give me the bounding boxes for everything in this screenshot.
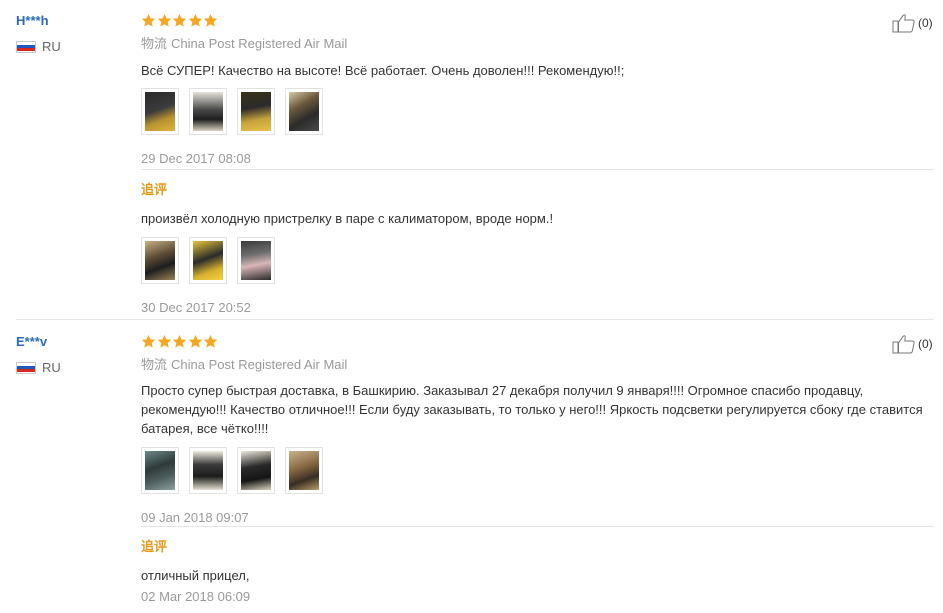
shipping-label: 物流 — [141, 36, 168, 51]
review-photo-thumbnail[interactable] — [141, 447, 179, 494]
reviewer-name[interactable]: E***v — [16, 334, 126, 350]
review-photos — [141, 447, 934, 494]
review-photos — [141, 88, 934, 135]
followup-photos — [141, 237, 934, 284]
shipping-label: 物流 — [141, 357, 168, 372]
country-code: RU — [42, 39, 61, 54]
review-content: 物流 China Post Registered Air Mail Всё СУП… — [141, 13, 934, 167]
followup-text: отличный прицел, — [141, 568, 250, 583]
star-icon — [141, 334, 156, 348]
reviewer-info: E***v RU — [16, 334, 126, 375]
reviewer-country: RU — [16, 39, 126, 54]
review-photo-thumbnail[interactable] — [237, 447, 275, 494]
review-photo-thumbnail[interactable] — [141, 88, 179, 135]
star-icon — [188, 334, 202, 348]
divider — [141, 526, 934, 527]
star-icon — [157, 13, 171, 27]
review-photo-thumbnail[interactable] — [189, 88, 227, 135]
reviewer-country: RU — [16, 360, 126, 375]
star-icon — [188, 13, 202, 27]
review-photo-thumbnail[interactable] — [285, 447, 323, 494]
star-rating — [141, 13, 934, 29]
review-separator — [16, 319, 934, 320]
star-rating — [141, 334, 934, 350]
shipping-method: 物流 China Post Registered Air Mail — [141, 35, 934, 53]
review-photo-thumbnail[interactable] — [285, 88, 323, 135]
followup-date: 02 Mar 2018 06:09 — [141, 589, 251, 604]
followup-label: 追评 — [141, 539, 168, 554]
review-date: 09 Jan 2018 09:07 — [141, 510, 249, 525]
country-code: RU — [42, 360, 61, 375]
flag-ru-icon — [16, 361, 36, 374]
flag-ru-icon — [16, 40, 36, 53]
thumbs-up-icon — [892, 14, 915, 33]
star-icon — [203, 334, 218, 348]
divider — [141, 169, 934, 170]
shipping-value: China Post Registered Air Mail — [171, 357, 348, 372]
helpful-button[interactable]: (0) — [892, 334, 933, 354]
helpful-count: (0) — [918, 16, 933, 30]
star-icon — [141, 13, 156, 27]
star-icon — [172, 334, 187, 348]
shipping-method: 物流 China Post Registered Air Mail — [141, 356, 934, 374]
star-icon — [157, 334, 171, 348]
review-content: 物流 China Post Registered Air Mail Просто … — [141, 334, 934, 526]
thumbs-up-icon — [892, 335, 915, 354]
review-text: Всё СУПЕР! Качество на высоте! Всё работ… — [141, 63, 625, 78]
reviewer-name[interactable]: H***h — [16, 13, 126, 29]
review-followup: 追评 отличный прицел, 02 Mar 2018 06:09 — [141, 539, 934, 605]
review-date: 29 Dec 2017 08:08 — [141, 151, 251, 166]
helpful-count: (0) — [918, 337, 933, 351]
star-icon — [203, 13, 218, 27]
review-photo-thumbnail[interactable] — [237, 88, 275, 135]
review-photo-thumbnail[interactable] — [141, 237, 179, 284]
review-photo-thumbnail[interactable] — [237, 237, 275, 284]
followup-date: 30 Dec 2017 20:52 — [141, 300, 251, 315]
shipping-value: China Post Registered Air Mail — [171, 36, 348, 51]
review-photo-thumbnail[interactable] — [189, 447, 227, 494]
star-icon — [172, 13, 187, 27]
followup-label: 追评 — [141, 182, 168, 197]
review-photo-thumbnail[interactable] — [189, 237, 227, 284]
helpful-button[interactable]: (0) — [892, 13, 933, 33]
followup-text: произвёл холодную пристрелку в паре с ка… — [141, 211, 554, 226]
reviewer-info: H***h RU — [16, 13, 126, 54]
review-followup: 追评 произвёл холодную пристрелку в паре с… — [141, 182, 934, 316]
review-text: Просто супер быстрая доставка, в Башкири… — [141, 383, 923, 436]
